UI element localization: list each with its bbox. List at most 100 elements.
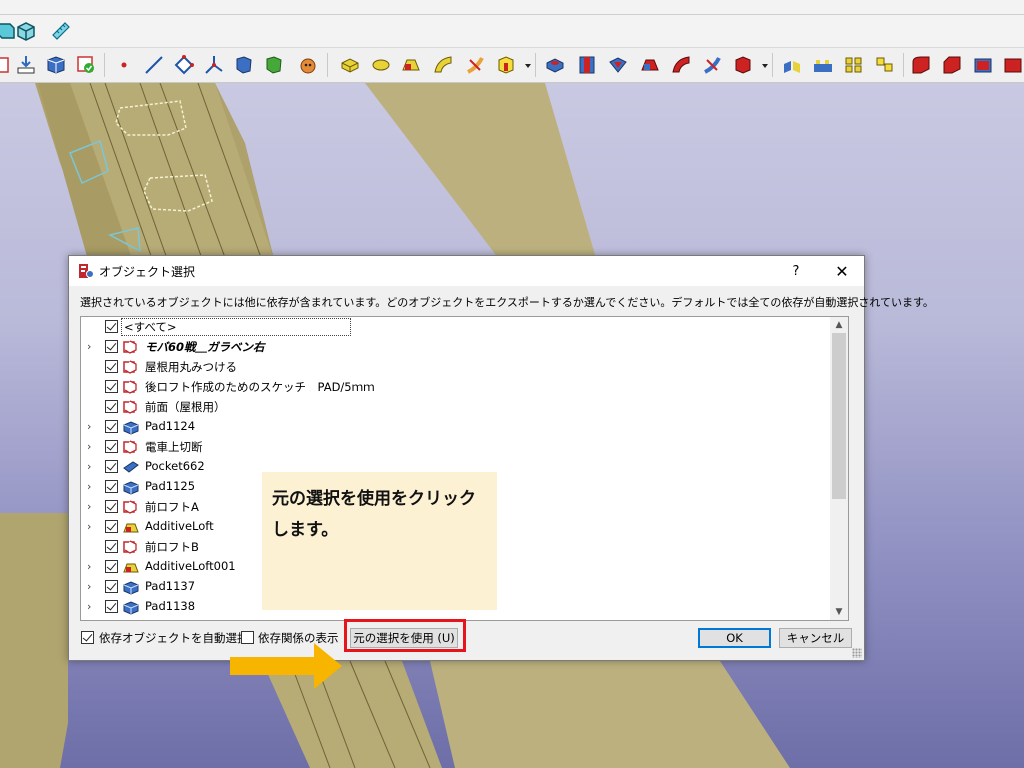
tree-row-checkbox[interactable] (105, 360, 118, 373)
pad-tool-icon[interactable] (337, 52, 363, 78)
pipe-tool-icon[interactable] (430, 52, 456, 78)
tree-row-checkbox[interactable] (105, 560, 118, 573)
mirrored-icon[interactable] (779, 52, 805, 78)
tree-row[interactable]: 後ロフト作成のためのスケッチ PAD/5ｍｍ (81, 377, 831, 397)
freecad-app-icon (78, 263, 94, 279)
draft-icon[interactable] (970, 52, 996, 78)
lcs-icon[interactable] (201, 52, 227, 78)
auto-select-checkbox[interactable] (81, 631, 94, 644)
subtractive-loft-icon[interactable] (637, 52, 663, 78)
revolution-icon[interactable] (368, 52, 394, 78)
tree-row-label: Pad1125 (145, 479, 196, 493)
tree-row-checkbox[interactable] (105, 500, 118, 513)
tree-row-checkbox[interactable] (105, 460, 118, 473)
expand-chevron-icon[interactable]: › (87, 580, 95, 594)
tree-row-checkbox[interactable] (105, 380, 118, 393)
subtractive-pipe-icon[interactable] (668, 52, 694, 78)
checkbox-all[interactable] (105, 320, 118, 333)
tree-row-checkbox[interactable] (105, 580, 118, 593)
sketch-icon (123, 379, 139, 395)
tree-row-label: AdditiveLoft (145, 519, 214, 533)
scroll-up-icon[interactable]: ▲ (830, 317, 848, 333)
polar-pattern-icon[interactable] (841, 52, 867, 78)
loft-icon (123, 519, 139, 535)
tree-row-label: 前ロフトA (145, 500, 199, 514)
subtractive-helix-icon[interactable] (699, 52, 725, 78)
fillet-icon[interactable] (908, 52, 934, 78)
expand-chevron-icon[interactable]: › (87, 500, 95, 514)
shapebinder-icon[interactable] (231, 52, 257, 78)
tree-row-checkbox[interactable] (105, 520, 118, 533)
sketch-icon (123, 359, 139, 375)
validate-sketch-icon[interactable] (73, 52, 99, 78)
groove-tool-icon[interactable] (605, 52, 631, 78)
tree-row-checkbox[interactable] (105, 600, 118, 613)
subtractive-dropdown-icon[interactable] (762, 64, 768, 68)
expand-chevron-icon[interactable]: › (87, 340, 95, 354)
additive-primitive-icon[interactable] (493, 52, 519, 78)
expand-chevron-icon[interactable]: › (87, 520, 95, 534)
view-iso-icon[interactable] (13, 18, 39, 44)
toolbar-separator (104, 53, 105, 77)
ok-button[interactable]: OK (698, 628, 771, 648)
linear-pattern-icon[interactable] (810, 52, 836, 78)
tree-row-checkbox[interactable] (105, 420, 118, 433)
tree-row-checkbox[interactable] (105, 480, 118, 493)
instruction-callout: 元の選択を使用をクリックします。 (262, 472, 497, 610)
tree-row-label: モバ60戦＿ガラベン右 (145, 340, 265, 354)
tree-row-label: 電車上切断 (145, 440, 203, 454)
tree-row-label: Pad1124 (145, 419, 196, 433)
tree-row[interactable]: › Pad1124 (81, 417, 831, 437)
highlight-box (344, 619, 466, 652)
subshapebinder-icon[interactable] (261, 52, 287, 78)
body-icon[interactable] (43, 52, 69, 78)
scroll-down-icon[interactable]: ▼ (830, 604, 848, 620)
tree-row-label: <すべて> (121, 318, 351, 336)
tree-row-all[interactable]: <すべて> (81, 317, 831, 337)
scroll-thumb[interactable] (832, 333, 846, 499)
import-icon[interactable] (13, 52, 39, 78)
helix-tool-icon[interactable] (462, 52, 488, 78)
expand-chevron-icon[interactable]: › (87, 480, 95, 494)
pocket-tool-icon[interactable] (542, 52, 568, 78)
tree-row-label: 前面（屋根用） (145, 400, 226, 414)
loft-tool-icon[interactable] (398, 52, 424, 78)
tree-row-checkbox[interactable] (105, 440, 118, 453)
expand-chevron-icon[interactable]: › (87, 440, 95, 454)
tree-row-label: 屋根用丸みつける (145, 360, 237, 374)
expand-chevron-icon[interactable]: › (87, 600, 95, 614)
close-button[interactable]: ✕ (827, 256, 857, 286)
sketch-icon (123, 499, 139, 515)
tree-row-checkbox[interactable] (105, 340, 118, 353)
expand-chevron-icon[interactable]: › (87, 420, 95, 434)
measure-icon[interactable] (48, 18, 74, 44)
tree-row[interactable]: 前面（屋根用） (81, 397, 831, 417)
tree-row[interactable]: › 電車上切断 (81, 437, 831, 457)
cancel-button[interactable]: キャンセル (779, 628, 852, 648)
tree-row-checkbox[interactable] (105, 400, 118, 413)
resize-grip-icon[interactable] (852, 648, 862, 658)
multitransform-icon[interactable] (872, 52, 898, 78)
tree-row[interactable]: 屋根用丸みつける (81, 357, 831, 377)
toolbar-separator (327, 53, 328, 77)
expand-chevron-icon[interactable]: › (87, 560, 95, 574)
expand-chevron-icon[interactable]: › (87, 460, 95, 474)
tree-scrollbar[interactable]: ▲ ▼ (830, 317, 848, 620)
line-icon[interactable] (141, 52, 167, 78)
plane-icon[interactable] (171, 52, 197, 78)
additive-dropdown-icon[interactable] (525, 64, 531, 68)
point-icon[interactable] (111, 52, 137, 78)
tree-row-checkbox[interactable] (105, 540, 118, 553)
hole-tool-icon[interactable] (574, 52, 600, 78)
pad-icon (123, 599, 139, 615)
tree-row[interactable]: › モバ60戦＿ガラベン右 (81, 337, 831, 357)
menubar-divider (0, 14, 1024, 15)
help-button[interactable]: ? (781, 256, 811, 286)
loft-icon (123, 559, 139, 575)
clone-feature-icon[interactable] (295, 52, 321, 78)
subtractive-primitive-icon[interactable] (730, 52, 756, 78)
chamfer-icon[interactable] (939, 52, 965, 78)
thickness-icon[interactable] (1000, 52, 1024, 78)
sketch-icon (123, 439, 139, 455)
